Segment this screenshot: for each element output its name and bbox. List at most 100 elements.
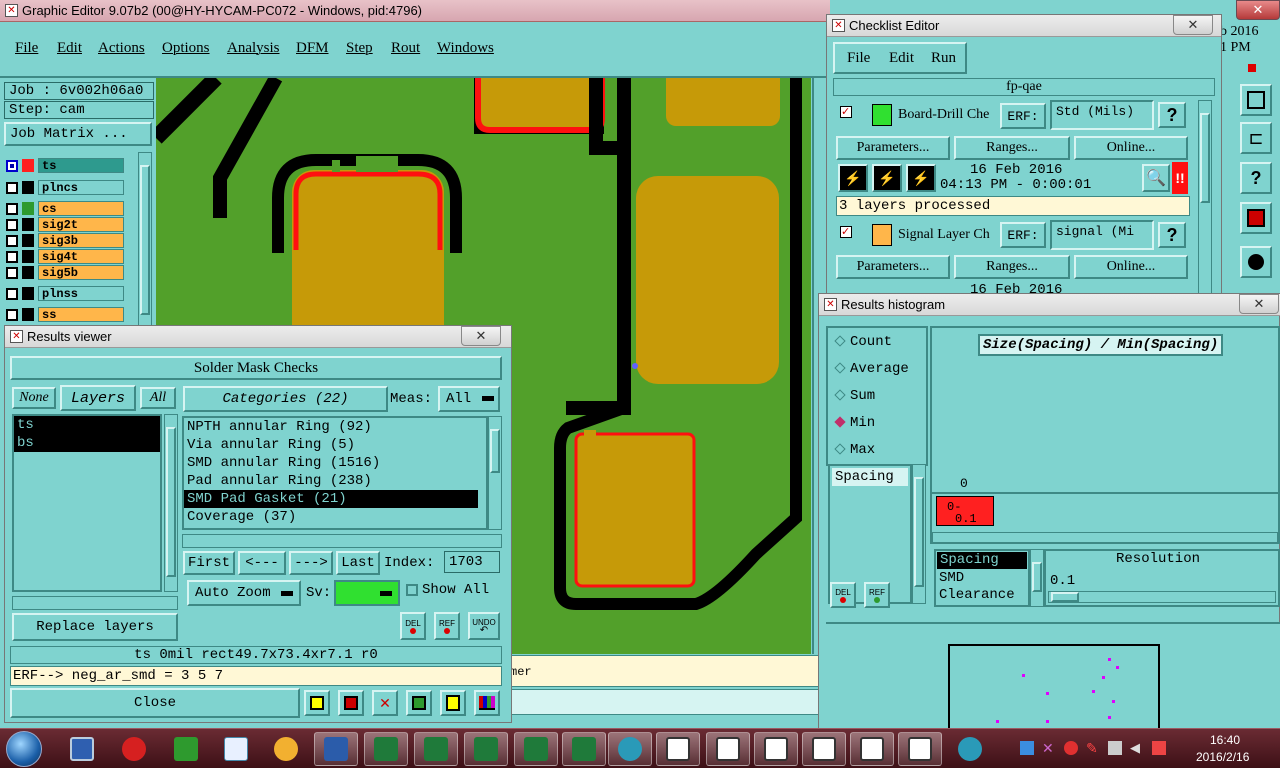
taskbar-word-app[interactable]: [314, 732, 358, 766]
check1-parameters-button[interactable]: Parameters...: [836, 136, 950, 160]
layer-results-list[interactable]: ts bs: [12, 414, 162, 592]
check2-ranges-button[interactable]: Ranges...: [954, 255, 1070, 279]
report-icon[interactable]: [304, 690, 330, 716]
menu-file[interactable]: File: [15, 40, 38, 57]
layer-name-cs[interactable]: cs: [38, 201, 124, 216]
tool-icon-3[interactable]: ?: [1240, 162, 1272, 194]
job-matrix-button[interactable]: Job Matrix ...: [4, 122, 152, 146]
tray-network-icon[interactable]: [1108, 741, 1122, 755]
list-item[interactable]: Spacing: [937, 552, 1027, 569]
taskbar-eye-app-2[interactable]: [948, 732, 992, 766]
menu-actions[interactable]: Actions: [98, 40, 145, 57]
sort-icon[interactable]: [406, 690, 432, 716]
category-item[interactable]: Coverage (37): [184, 508, 486, 526]
last-button[interactable]: Last: [336, 551, 380, 575]
show-all-checkbox[interactable]: [406, 584, 418, 596]
ref-button[interactable]: REF: [434, 612, 460, 640]
histogram-icon[interactable]: [474, 690, 500, 716]
taskbar-x-window-3[interactable]: [754, 732, 798, 766]
menu-options[interactable]: Options: [162, 40, 210, 57]
check2-help-icon[interactable]: ?: [1158, 222, 1186, 248]
menu-step[interactable]: Step: [346, 40, 373, 57]
taskbar-x-window-1[interactable]: [656, 732, 700, 766]
categories-hscroll[interactable]: [182, 534, 502, 548]
tool-icon-5[interactable]: [1240, 246, 1272, 278]
taskbar-excel-4[interactable]: [514, 732, 558, 766]
option-count[interactable]: Count: [834, 334, 892, 350]
start-button[interactable]: [6, 731, 42, 767]
tray-pen-icon[interactable]: ✎: [1086, 741, 1100, 755]
taskbar-eye-app[interactable]: [608, 732, 652, 766]
notes-icon[interactable]: [440, 690, 466, 716]
histogram-bar[interactable]: 0- 0.1: [936, 496, 994, 526]
tool-icon-1[interactable]: [1240, 84, 1272, 116]
menu-edit[interactable]: Edit: [57, 40, 82, 57]
category-item[interactable]: NPTH annular Ring (92): [184, 418, 486, 436]
layer-results-scrollbar[interactable]: [164, 414, 178, 592]
checklist-scrollbar[interactable]: [1198, 100, 1212, 294]
layer-check-sig2t[interactable]: [6, 218, 18, 231]
layer-name-ss[interactable]: ss: [38, 307, 124, 322]
layer-check-ts[interactable]: [6, 159, 18, 172]
layers-button[interactable]: Layers: [60, 385, 136, 411]
close-button[interactable]: Close: [10, 688, 300, 718]
check1-help-icon[interactable]: ?: [1158, 102, 1186, 128]
list-item[interactable]: ts: [14, 416, 160, 434]
check2-online-button[interactable]: Online...: [1074, 255, 1188, 279]
tray-x-icon[interactable]: ✕: [1042, 741, 1056, 755]
category-item-selected[interactable]: SMD Pad Gasket (21): [184, 490, 478, 508]
taskbar-excel-5[interactable]: [562, 732, 606, 766]
histogram-hscroll[interactable]: [932, 532, 1278, 544]
option-min[interactable]: Min: [834, 415, 875, 431]
option-sum[interactable]: Sum: [834, 388, 875, 404]
histogram-close-icon[interactable]: ✕: [1239, 294, 1279, 314]
layer-name-sig3b[interactable]: sig3b: [38, 233, 124, 248]
taskbar-red-app[interactable]: [112, 732, 156, 766]
menu-windows[interactable]: Windows: [437, 40, 494, 57]
undo-button[interactable]: UNDO ↶: [468, 612, 500, 640]
taskbar-save-app[interactable]: [60, 732, 104, 766]
hist-del-button[interactable]: DEL: [830, 582, 856, 608]
clock-date[interactable]: 2016/2/16: [1196, 750, 1249, 764]
tray-flag-icon[interactable]: [1152, 741, 1166, 755]
layer-check-plnss[interactable]: [6, 287, 18, 300]
prev-button[interactable]: <---: [238, 551, 286, 575]
layer-check-sig4t[interactable]: [6, 250, 18, 263]
type-list-scrollbar[interactable]: [1030, 549, 1044, 607]
zoom-icon[interactable]: 🔍: [1142, 164, 1170, 192]
tool-icon-2[interactable]: ⊏: [1240, 122, 1272, 154]
check1-checkbox[interactable]: ✓: [840, 106, 852, 118]
layer-list-scrollbar[interactable]: [138, 152, 152, 328]
categories-list[interactable]: NPTH annular Ring (92) Via annular Ring …: [182, 416, 488, 530]
overview-map[interactable]: [948, 644, 1160, 734]
layer-name-sig2t[interactable]: sig2t: [38, 217, 124, 232]
checklist-menu-edit[interactable]: Edit: [889, 50, 914, 67]
taskbar-x-window-5[interactable]: [850, 732, 894, 766]
tool-icon-4[interactable]: [1240, 202, 1272, 234]
tray-red-icon[interactable]: [1064, 741, 1078, 755]
first-button[interactable]: First: [183, 551, 235, 575]
category-item[interactable]: Via annular Ring (5): [184, 436, 486, 454]
none-button[interactable]: None: [12, 387, 56, 409]
check1-online-button[interactable]: Online...: [1074, 136, 1188, 160]
check1-erf-value[interactable]: Std (Mils): [1050, 100, 1154, 130]
type-list[interactable]: Spacing SMD Clearance: [934, 549, 1030, 607]
snapshot-icon[interactable]: [338, 690, 364, 716]
taskbar-shell-app[interactable]: [264, 732, 308, 766]
clock-time[interactable]: 16:40: [1210, 733, 1240, 747]
results-viewer-close-icon[interactable]: ✕: [461, 326, 501, 346]
layer-name-plncs[interactable]: plncs: [38, 180, 124, 195]
taskbar-excel-1[interactable]: [364, 732, 408, 766]
ref-delete-icon[interactable]: ✕: [372, 690, 398, 716]
taskbar-x-window-6[interactable]: [898, 732, 942, 766]
taskbar-green-app[interactable]: [164, 732, 208, 766]
run-icon[interactable]: ⚡: [838, 164, 868, 192]
layer-name-plnss[interactable]: plnss: [38, 286, 124, 301]
list-item[interactable]: bs: [14, 434, 160, 452]
checklist-menu-file[interactable]: File: [847, 50, 870, 67]
taskbar-x-window-4[interactable]: [802, 732, 846, 766]
hist-ref-button[interactable]: REF: [864, 582, 890, 608]
tray-sync-icon[interactable]: [1020, 741, 1034, 755]
layer-check-sig3b[interactable]: [6, 234, 18, 247]
main-close-icon[interactable]: ✕: [1236, 0, 1280, 20]
